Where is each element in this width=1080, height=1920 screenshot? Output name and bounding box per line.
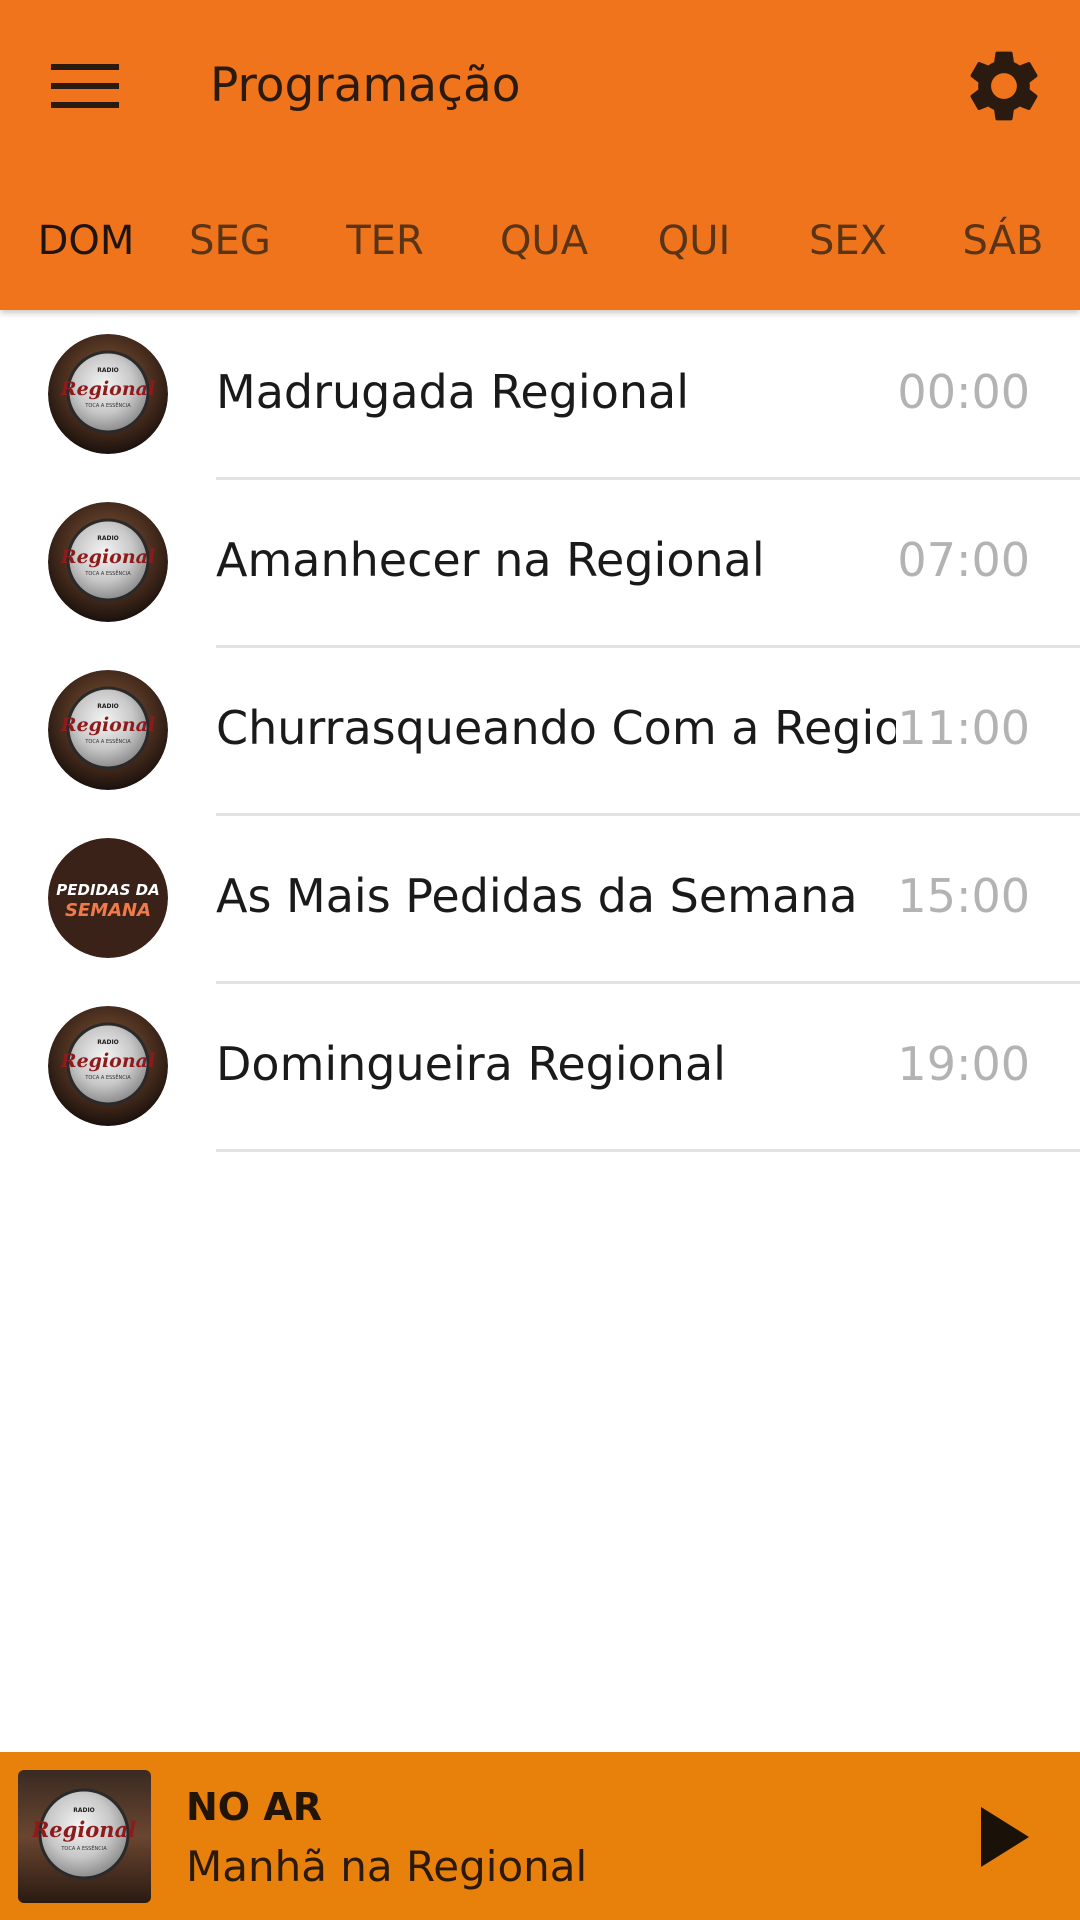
now-playing-artwork: RADIO Regional TOCA A ESSÊNCIA xyxy=(18,1770,151,1903)
now-playing-bar[interactable]: RADIO Regional TOCA A ESSÊNCIA NO AR Man… xyxy=(0,1752,1080,1920)
list-item[interactable]: RADIO Regional TOCA A ESSÊNCIA Churrasqu… xyxy=(0,648,1080,816)
page-title: Programação xyxy=(210,58,521,113)
gear-icon xyxy=(970,51,1038,121)
tab-qui[interactable]: QUI xyxy=(619,216,769,266)
list-item[interactable]: RADIO Regional TOCA A ESSÊNCIA Amanhecer… xyxy=(0,480,1080,648)
program-title: Madrugada Regional xyxy=(216,365,689,419)
program-time: 00:00 xyxy=(897,365,1030,419)
program-title: Domingueira Regional xyxy=(216,1037,726,1091)
app-bar: Programação DOM SEG TER QUA QUI SEX SÁB xyxy=(0,0,1080,310)
svg-text:Regional: Regional xyxy=(60,714,155,736)
tab-qua[interactable]: QUA xyxy=(469,216,619,266)
list-item[interactable]: PEDIDAS DA SEMANA As Mais Pedidas da Sem… xyxy=(0,816,1080,984)
program-time: 07:00 xyxy=(897,533,1030,587)
tab-ter[interactable]: TER xyxy=(310,216,460,266)
svg-text:TOCA A ESSÊNCIA: TOCA A ESSÊNCIA xyxy=(60,1844,107,1852)
tab-sab[interactable]: SÁB xyxy=(928,216,1078,266)
svg-text:TOCA A ESSÊNCIA: TOCA A ESSÊNCIA xyxy=(84,401,131,409)
tab-indicator xyxy=(0,300,155,306)
svg-text:RADIO: RADIO xyxy=(73,1807,95,1814)
list-item[interactable]: RADIO Regional TOCA A ESSÊNCIA Madrugada… xyxy=(0,312,1080,480)
program-title: As Mais Pedidas da Semana xyxy=(216,869,858,923)
play-icon xyxy=(981,1807,1029,1867)
svg-text:Regional: Regional xyxy=(31,1817,136,1842)
svg-text:Regional: Regional xyxy=(60,378,155,400)
svg-text:RADIO: RADIO xyxy=(97,367,119,374)
day-tabs: DOM SEG TER QUA QUI SEX SÁB xyxy=(0,196,1080,306)
settings-button[interactable] xyxy=(954,36,1054,136)
svg-text:PEDIDAS DA: PEDIDAS DA xyxy=(56,881,159,899)
radio-regional-logo: RADIO Regional TOCA A ESSÊNCIA xyxy=(48,334,168,454)
now-playing-show: Manhã na Regional xyxy=(186,1842,588,1891)
menu-button[interactable] xyxy=(34,46,136,126)
radio-regional-logo: RADIO Regional TOCA A ESSÊNCIA xyxy=(48,1006,168,1126)
tab-seg[interactable]: SEG xyxy=(155,216,305,266)
divider xyxy=(216,1149,1080,1152)
svg-text:RADIO: RADIO xyxy=(97,703,119,710)
program-time: 15:00 xyxy=(897,869,1030,923)
program-title: Amanhecer na Regional xyxy=(216,533,765,587)
svg-text:SEMANA: SEMANA xyxy=(65,900,151,921)
svg-text:Regional: Regional xyxy=(60,1050,155,1072)
svg-text:TOCA A ESSÊNCIA: TOCA A ESSÊNCIA xyxy=(84,1073,131,1081)
pedidas-da-semana-logo: PEDIDAS DA SEMANA xyxy=(48,838,168,958)
svg-text:TOCA A ESSÊNCIA: TOCA A ESSÊNCIA xyxy=(84,737,131,745)
tab-sex[interactable]: SEX xyxy=(773,216,923,266)
svg-text:TOCA A ESSÊNCIA: TOCA A ESSÊNCIA xyxy=(84,569,131,577)
tab-dom[interactable]: DOM xyxy=(11,216,161,266)
radio-regional-logo: RADIO Regional TOCA A ESSÊNCIA xyxy=(48,502,168,622)
radio-regional-logo: RADIO Regional TOCA A ESSÊNCIA xyxy=(48,670,168,790)
program-time: 19:00 xyxy=(897,1037,1030,1091)
list-item[interactable]: RADIO Regional TOCA A ESSÊNCIA Dominguei… xyxy=(0,984,1080,1152)
menu-icon xyxy=(51,64,119,108)
on-air-label: NO AR xyxy=(186,1785,323,1829)
schedule-list: RADIO Regional TOCA A ESSÊNCIA Madrugada… xyxy=(0,312,1080,1152)
svg-text:RADIO: RADIO xyxy=(97,1039,119,1046)
svg-text:RADIO: RADIO xyxy=(97,535,119,542)
program-time: 11:00 xyxy=(897,701,1030,755)
play-button[interactable] xyxy=(960,1792,1050,1882)
svg-text:Regional: Regional xyxy=(60,546,155,568)
program-title: Churrasqueando Com a Regio xyxy=(216,701,896,755)
